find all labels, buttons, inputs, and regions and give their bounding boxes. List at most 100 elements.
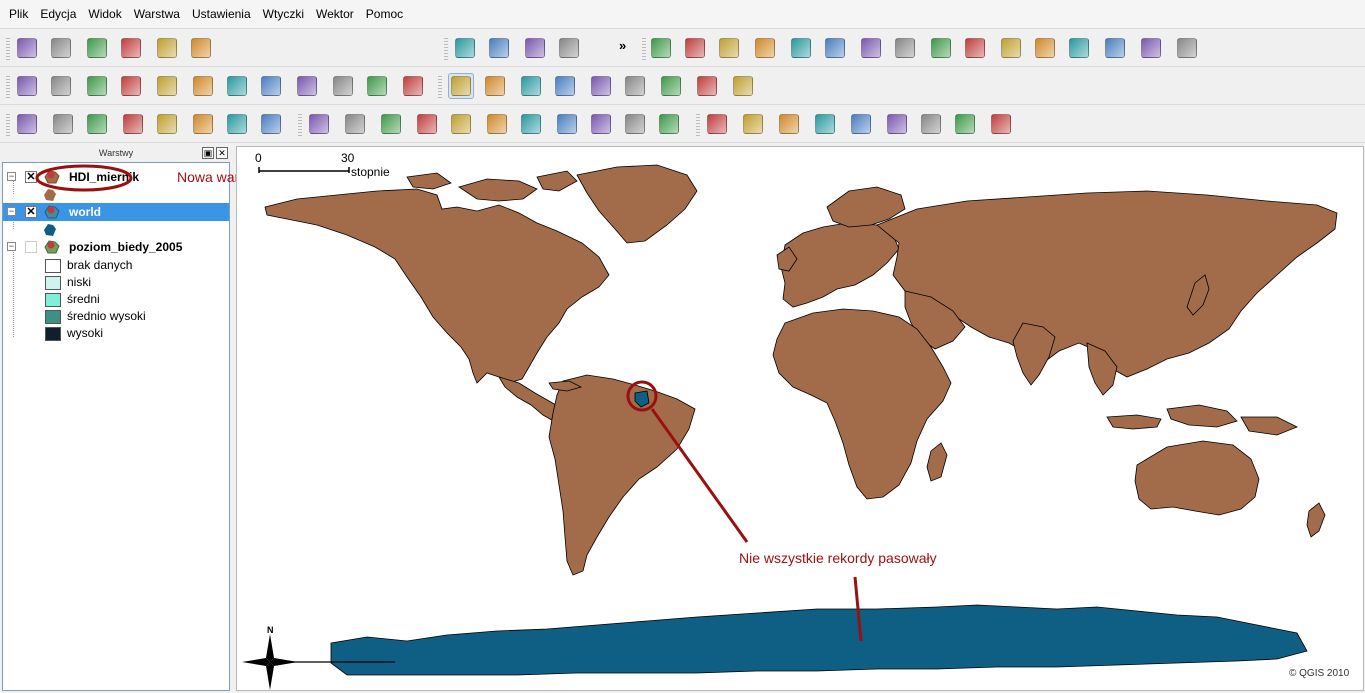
menu-pomoc[interactable]: Pomoc: [360, 0, 409, 29]
toolbar-grip[interactable]: [696, 114, 700, 136]
measure-line-button[interactable]: [154, 73, 180, 99]
grass-region-button[interactable]: [812, 111, 838, 137]
measure-angle-button[interactable]: [224, 73, 250, 99]
collapse-icon[interactable]: −: [7, 242, 16, 251]
add-raster-layer-button[interactable]: [486, 35, 512, 61]
simplify-button[interactable]: [378, 111, 404, 137]
zoom-last-button[interactable]: [658, 73, 684, 99]
grass-new-button[interactable]: [740, 111, 766, 137]
save-as-button[interactable]: [118, 35, 144, 61]
zoom-layer-button[interactable]: [622, 73, 648, 99]
pdf-button[interactable]: [1032, 35, 1058, 61]
new-bookmark-button[interactable]: [294, 73, 320, 99]
table-button[interactable]: [682, 35, 708, 61]
raster-export-button[interactable]: [752, 35, 778, 61]
toolbar-grip[interactable]: [298, 114, 302, 136]
show-bookmarks-button[interactable]: [330, 73, 356, 99]
zoom-out-button[interactable]: [518, 73, 544, 99]
menu-widok[interactable]: Widok: [82, 0, 127, 29]
grass-add-button[interactable]: [848, 111, 874, 137]
zoom-selection-button[interactable]: [588, 73, 614, 99]
toolbar-grip[interactable]: [444, 38, 448, 60]
paste-button[interactable]: [258, 111, 284, 137]
histogram-button[interactable]: [892, 35, 918, 61]
toolbar-grip[interactable]: [438, 76, 442, 98]
text-annotation-button[interactable]: [400, 73, 426, 99]
layer-visibility-checkbox[interactable]: ✕: [25, 206, 37, 218]
toolbar-overflow-button[interactable]: »: [619, 38, 626, 53]
vd-button[interactable]: [788, 35, 814, 61]
layer-tree[interactable]: − ✕ HDI_miernik − ✕ world − poziom_biedy…: [2, 162, 230, 691]
add-postgis-layer-button[interactable]: [522, 35, 548, 61]
toolbar-grip[interactable]: [642, 38, 646, 60]
delete-ring-button[interactable]: [484, 111, 510, 137]
float-panel-button[interactable]: ▣: [202, 147, 214, 159]
grass-edit-button[interactable]: [918, 111, 944, 137]
cut-button[interactable]: [190, 111, 216, 137]
print-composer-button[interactable]: [154, 35, 180, 61]
save-edits-button[interactable]: [50, 111, 76, 137]
add-spatialite-layer-button[interactable]: [556, 35, 582, 61]
delete-selected-button[interactable]: [154, 111, 180, 137]
map-canvas[interactable]: 0 30 stopnie N © QGIS 2010 Nie wszystkie…: [236, 146, 1364, 691]
grass-tools-button[interactable]: [884, 111, 910, 137]
collapse-icon[interactable]: −: [7, 207, 16, 216]
reshape-button[interactable]: [554, 111, 580, 137]
grass-open-button[interactable]: [704, 111, 730, 137]
add-vector-layer-button[interactable]: [452, 35, 478, 61]
save-project-button[interactable]: [84, 35, 110, 61]
node-tool-button[interactable]: [120, 111, 146, 137]
globe-button[interactable]: [858, 35, 884, 61]
zoom-full-button[interactable]: [552, 73, 578, 99]
copyright-label-button[interactable]: [648, 35, 674, 61]
rotate-button[interactable]: [656, 111, 682, 137]
delete-part-button[interactable]: [518, 111, 544, 137]
menu-edycja[interactable]: Edycja: [34, 0, 82, 29]
identify-button[interactable]: [14, 73, 40, 99]
layer-row-poziom-biedy-2005[interactable]: − poziom_biedy_2005: [3, 238, 229, 256]
measure-area-button[interactable]: [190, 73, 216, 99]
zoom-next-button[interactable]: [694, 73, 720, 99]
grass-raster-button[interactable]: [988, 111, 1014, 137]
menu-wektor[interactable]: Wektor: [310, 0, 360, 29]
move-feature-button[interactable]: [84, 111, 110, 137]
deselect-button[interactable]: [84, 73, 110, 99]
undo-button[interactable]: [306, 111, 332, 137]
map-tips-button[interactable]: [258, 73, 284, 99]
split-button[interactable]: [588, 111, 614, 137]
add-part-button[interactable]: [448, 111, 474, 137]
toolbar-grip[interactable]: [6, 38, 10, 60]
add-ring-button[interactable]: [414, 111, 440, 137]
menu-warstwa[interactable]: Warstwa: [128, 0, 186, 29]
map-image-button[interactable]: [1174, 35, 1200, 61]
grass-close-button[interactable]: [776, 111, 802, 137]
attribute-table-button[interactable]: [118, 73, 144, 99]
toolbar-grip[interactable]: [6, 114, 10, 136]
layer-row-world[interactable]: − ✕ world: [3, 203, 229, 221]
scale-bar-button[interactable]: [1102, 35, 1128, 61]
osm-button[interactable]: [962, 35, 988, 61]
north-arrow-button[interactable]: [928, 35, 954, 61]
label-button[interactable]: [364, 73, 390, 99]
copy-button[interactable]: [224, 111, 250, 137]
menu-plik[interactable]: Plik: [3, 0, 34, 29]
database-button[interactable]: [998, 35, 1024, 61]
grass-vector-button[interactable]: [952, 111, 978, 137]
pan-button[interactable]: [448, 73, 474, 99]
toggle-editing-button[interactable]: [14, 111, 40, 137]
close-panel-button[interactable]: ✕: [216, 147, 228, 159]
print-button[interactable]: [188, 35, 214, 61]
select-button[interactable]: [48, 73, 74, 99]
toolbar-grip[interactable]: [6, 76, 10, 98]
redo-button[interactable]: [342, 111, 368, 137]
tractor-button[interactable]: [1138, 35, 1164, 61]
zoom-in-button[interactable]: [482, 73, 508, 99]
merge-button[interactable]: [622, 111, 648, 137]
menu-wtyczki[interactable]: Wtyczki: [257, 0, 310, 29]
open-project-button[interactable]: [48, 35, 74, 61]
layer-visibility-checkbox[interactable]: [25, 241, 37, 253]
image-button[interactable]: [822, 35, 848, 61]
menu-ustawienia[interactable]: Ustawienia: [186, 0, 257, 29]
new-project-button[interactable]: [14, 35, 40, 61]
collapse-icon[interactable]: −: [7, 172, 16, 181]
